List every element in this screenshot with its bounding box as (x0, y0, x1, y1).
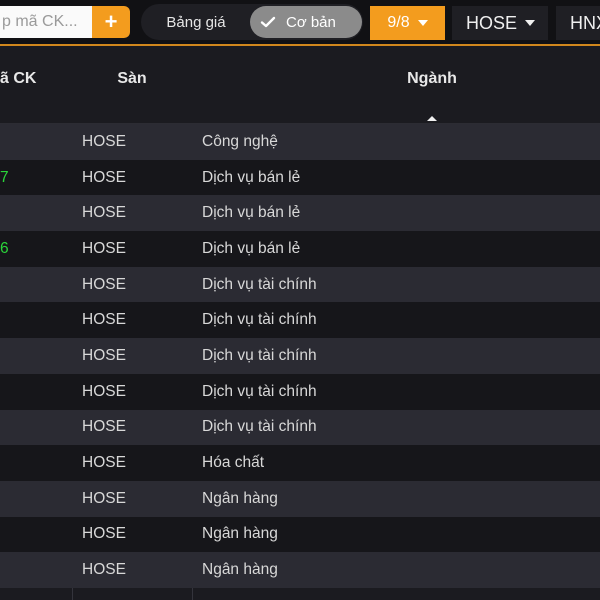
table-row[interactable]: HOSE Công nghệ (0, 124, 600, 160)
toggle-option-price-board[interactable]: Bảng giá (141, 4, 251, 40)
cell-industry: Hóa chất (202, 454, 265, 472)
cell-industry: Dịch vụ bán lẻ (202, 168, 301, 186)
cell-exchange: HOSE (82, 418, 126, 436)
cell-symbol (0, 374, 72, 410)
table-row[interactable]: HOSE Dịch vụ tài chính (0, 266, 600, 303)
table-row[interactable]: 7 HOSE Dịch vụ bán lẻ (0, 159, 600, 196)
cell-symbol (0, 481, 72, 517)
stock-table: ã CK Sàn Ngành HOSE Công nghệ 7 HOSE Dịch vụ… (0, 46, 600, 600)
cell-symbol (0, 302, 72, 338)
table-row[interactable]: HOSE Dịch vụ bán lẻ (0, 195, 600, 232)
cell-symbol (0, 517, 72, 553)
cell-exchange: HOSE (82, 346, 126, 364)
add-symbol-button[interactable]: + (92, 6, 130, 38)
exchange-label: HNX (570, 12, 600, 33)
view-toggle[interactable]: Bảng giá Cơ bản (141, 4, 363, 40)
cell-industry: Ngân hàng (202, 561, 278, 579)
cell-industry: Dịch vụ bán lẻ (202, 239, 301, 257)
date-dropdown[interactable]: 9/8 (370, 6, 445, 40)
chevron-down-icon (417, 20, 428, 26)
cell-symbol (0, 124, 72, 160)
cell-symbol (0, 445, 72, 481)
sort-ascending-icon[interactable] (427, 116, 437, 121)
cell-exchange: HOSE (82, 561, 126, 579)
toggle-option-fundamentals[interactable]: Cơ bản (250, 6, 362, 38)
column-header-symbol[interactable]: ã CK (0, 40, 72, 118)
exchange-dropdown-hose[interactable]: HOSE (452, 6, 548, 40)
toggle-option-label: Cơ bản (286, 13, 336, 31)
chevron-down-icon (525, 20, 536, 26)
search-box[interactable] (0, 6, 92, 38)
cell-exchange: HOSE (82, 454, 126, 472)
cell-exchange: HOSE (82, 204, 126, 222)
table-row[interactable]: 6 HOSE Dịch vụ bán lẻ (0, 231, 600, 267)
cell-industry: Ngân hàng (202, 525, 278, 543)
cell-industry: Dịch vụ tài chính (202, 382, 317, 400)
cell-industry: Dịch vụ tài chính (202, 311, 317, 329)
cell-exchange: HOSE (82, 239, 126, 257)
search-input[interactable] (2, 6, 92, 38)
cell-industry: Ngân hàng (202, 489, 278, 507)
check-icon (260, 16, 276, 28)
table-row[interactable]: HOSE Ngân hàng (0, 552, 600, 588)
cell-industry: Công nghệ (202, 132, 278, 150)
cell-exchange: HOSE (82, 311, 126, 329)
table-row[interactable]: HOSE Dịch vụ tài chính (0, 409, 600, 446)
cell-symbol: 7 (0, 168, 9, 186)
date-label: 9/8 (387, 14, 410, 31)
column-header-industry[interactable]: Ngành (192, 40, 600, 118)
cell-symbol (0, 267, 72, 303)
cell-exchange: HOSE (82, 168, 126, 186)
table-row[interactable]: HOSE Ngân hàng (0, 480, 600, 517)
cell-exchange: HOSE (82, 382, 126, 400)
cell-industry: Dịch vụ tài chính (202, 346, 317, 364)
column-header-exchange[interactable]: Sàn (72, 40, 192, 118)
table-row[interactable]: HOSE Hóa chất (0, 445, 600, 481)
cell-industry: Dịch vụ tài chính (202, 418, 317, 436)
exchange-label: HOSE (466, 12, 518, 33)
table-header: ã CK Sàn Ngành (0, 46, 600, 124)
table-body: HOSE Công nghệ 7 HOSE Dịch vụ bán lẻ HOSE Dịch… (0, 124, 600, 588)
exchange-dropdown-hnx[interactable]: HNX (556, 6, 600, 40)
cell-exchange: HOSE (82, 525, 126, 543)
cell-industry: Dịch vụ tài chính (202, 275, 317, 293)
cell-symbol (0, 410, 72, 446)
table-row[interactable]: HOSE Dịch vụ tài chính (0, 338, 600, 374)
cell-symbol (0, 195, 72, 231)
cell-exchange: HOSE (82, 275, 126, 293)
cell-symbol (0, 552, 72, 588)
cell-industry: Dịch vụ bán lẻ (202, 204, 301, 222)
cell-symbol: 6 (0, 239, 9, 257)
table-row[interactable]: HOSE Dịch vụ tài chính (0, 302, 600, 339)
table-row[interactable]: HOSE Dịch vụ tài chính (0, 373, 600, 410)
cell-symbol (0, 338, 72, 374)
cell-exchange: HOSE (82, 132, 126, 150)
cell-exchange: HOSE (82, 489, 126, 507)
table-row[interactable]: HOSE Ngân hàng (0, 516, 600, 553)
